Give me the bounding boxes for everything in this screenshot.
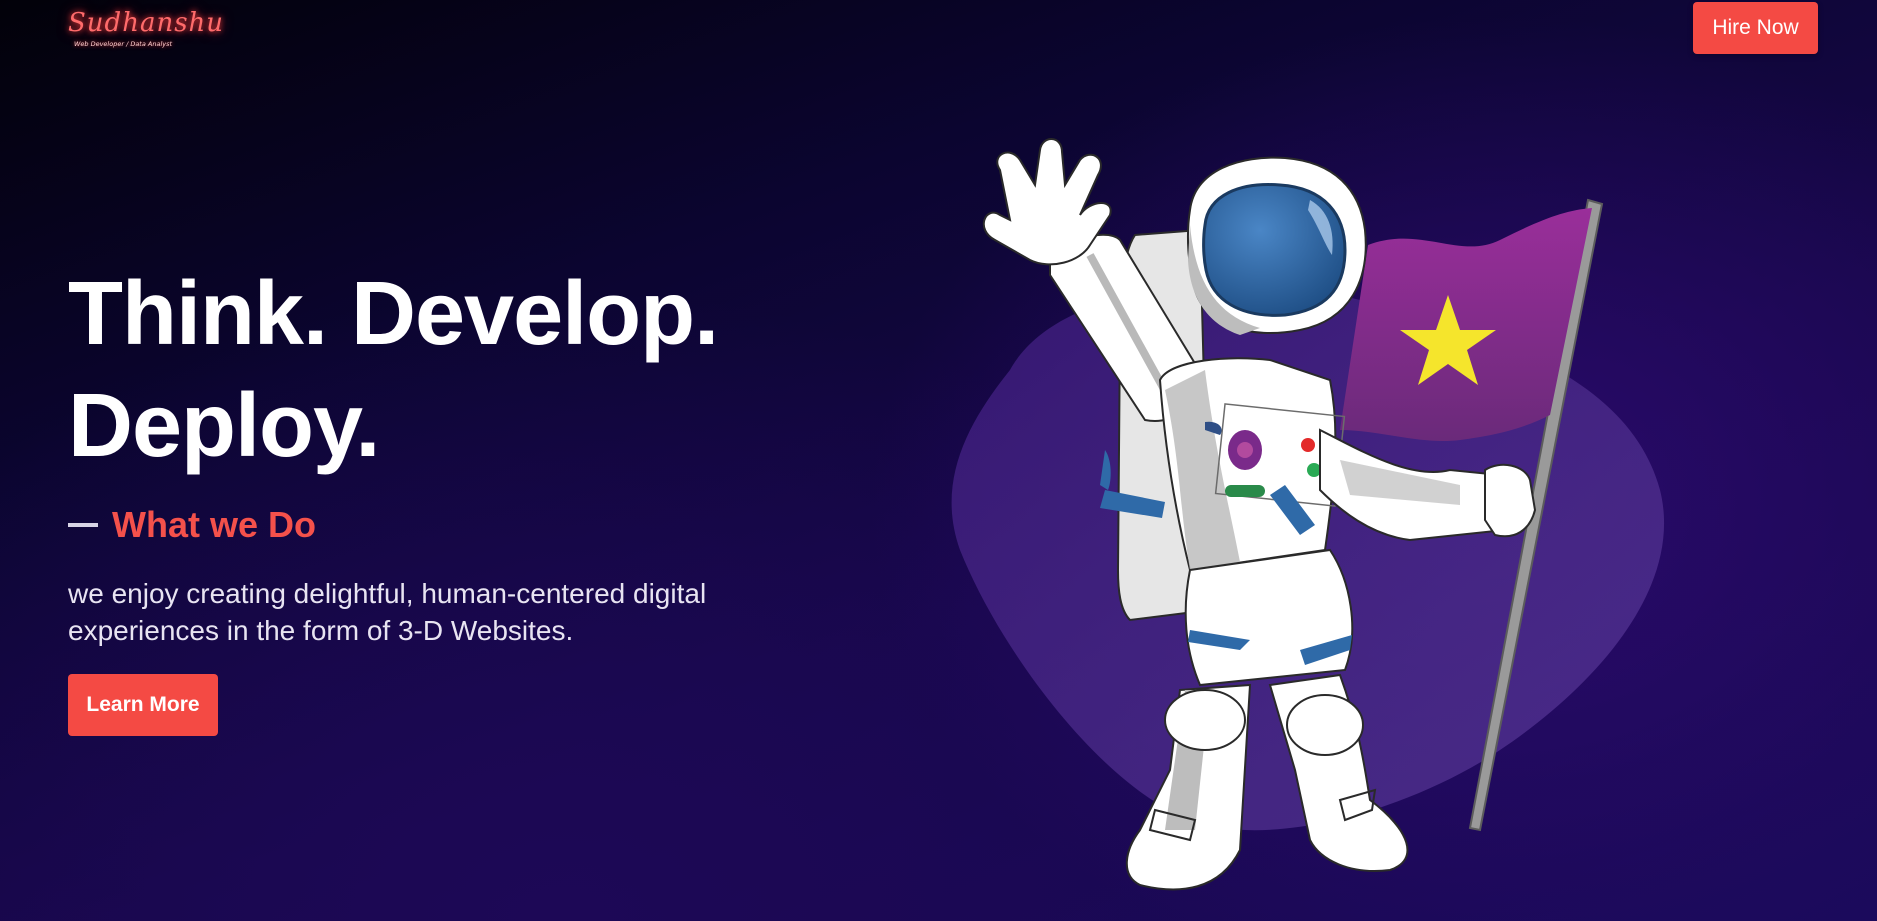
section-eyebrow: What we Do	[68, 503, 316, 547]
logo-tagline: Web Developer / Data Analyst	[73, 40, 173, 48]
hero-title: Think. Develop. Deploy.	[68, 258, 719, 482]
eyebrow-dash	[68, 523, 98, 527]
hero-title-line-2: Deploy.	[68, 376, 380, 476]
hire-now-button[interactable]: Hire Now	[1693, 2, 1818, 54]
learn-more-button[interactable]: Learn More	[68, 674, 218, 736]
astronaut-icon	[951, 138, 1665, 891]
holding-glove	[1484, 463, 1537, 538]
helmet-visor	[1202, 183, 1347, 317]
hips	[1184, 548, 1354, 687]
logo-name: Sudhanshu	[68, 8, 225, 38]
green-light	[1307, 463, 1321, 477]
logo[interactable]: Sudhanshu Web Developer / Data Analyst	[68, 8, 225, 56]
astronaut-illustration	[940, 130, 1700, 910]
hero-title-line-1: Think. Develop.	[68, 264, 719, 364]
red-light	[1301, 438, 1315, 452]
eyebrow-label: What we Do	[112, 504, 316, 545]
hero-description: we enjoy creating delightful, human-cent…	[68, 578, 707, 646]
